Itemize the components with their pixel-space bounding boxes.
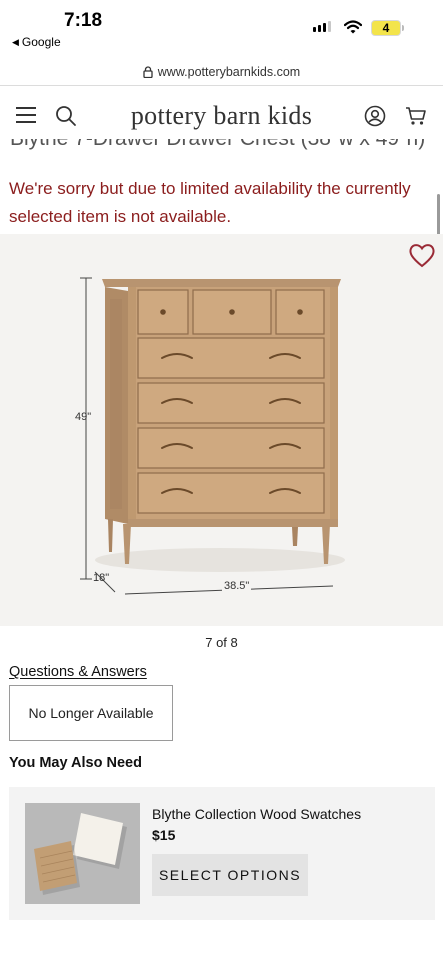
back-app-label: Google <box>21 35 61 49</box>
availability-label: No Longer Available <box>28 705 154 721</box>
also-need-heading: You May Also Need <box>9 755 142 771</box>
account-icon[interactable] <box>364 105 386 127</box>
back-arrow-icon: ◀ <box>12 36 19 47</box>
depth-dimension-label: 18" <box>93 572 110 584</box>
product-title: Blythe 7-Drawer Drawer Chest (38"w x 49"… <box>10 139 425 151</box>
site-header: pottery barn kids <box>0 87 443 139</box>
recommendation-card[interactable]: Blythe Collection Wood Swatches $15 SELE… <box>9 787 435 920</box>
back-to-app-link[interactable]: ◀ Google <box>12 35 61 49</box>
url-text: www.potterybarnkids.com <box>157 64 301 79</box>
lock-icon <box>143 65 153 78</box>
wifi-icon <box>344 20 362 34</box>
url-bar[interactable]: www.potterybarnkids.com <box>0 58 443 86</box>
select-options-button[interactable]: SELECT OPTIONS <box>152 854 308 896</box>
battery-tip <box>402 25 404 31</box>
height-dimension-label: 49" <box>75 411 92 423</box>
status-time: 7:18 <box>64 10 103 31</box>
swatch-illustration <box>25 803 140 904</box>
swatch-image[interactable] <box>25 803 140 904</box>
questions-answers-link[interactable]: Questions & Answers <box>9 664 147 680</box>
availability-box: No Longer Available <box>9 685 173 741</box>
heart-icon[interactable] <box>408 242 436 268</box>
width-dimension-label: 38.5" <box>222 580 252 592</box>
product-image[interactable]: 49" 18" 38.5" <box>0 234 443 626</box>
dresser-illustration <box>80 277 345 595</box>
availability-error-message: We're sorry but due to limited availabil… <box>9 179 411 226</box>
recommendation-price: $15 <box>152 827 176 843</box>
image-counter: 7 of 8 <box>205 635 238 650</box>
recommendation-name[interactable]: Blythe Collection Wood Swatches <box>152 806 361 822</box>
status-bar: 7:18 ◀ Google 4 <box>0 0 443 58</box>
product-title-wrap: Blythe 7-Drawer Drawer Chest (38"w x 49"… <box>0 139 443 159</box>
battery-icon: 4 <box>371 20 401 36</box>
cellular-signal-icon <box>313 21 331 32</box>
cart-icon[interactable] <box>405 105 427 127</box>
